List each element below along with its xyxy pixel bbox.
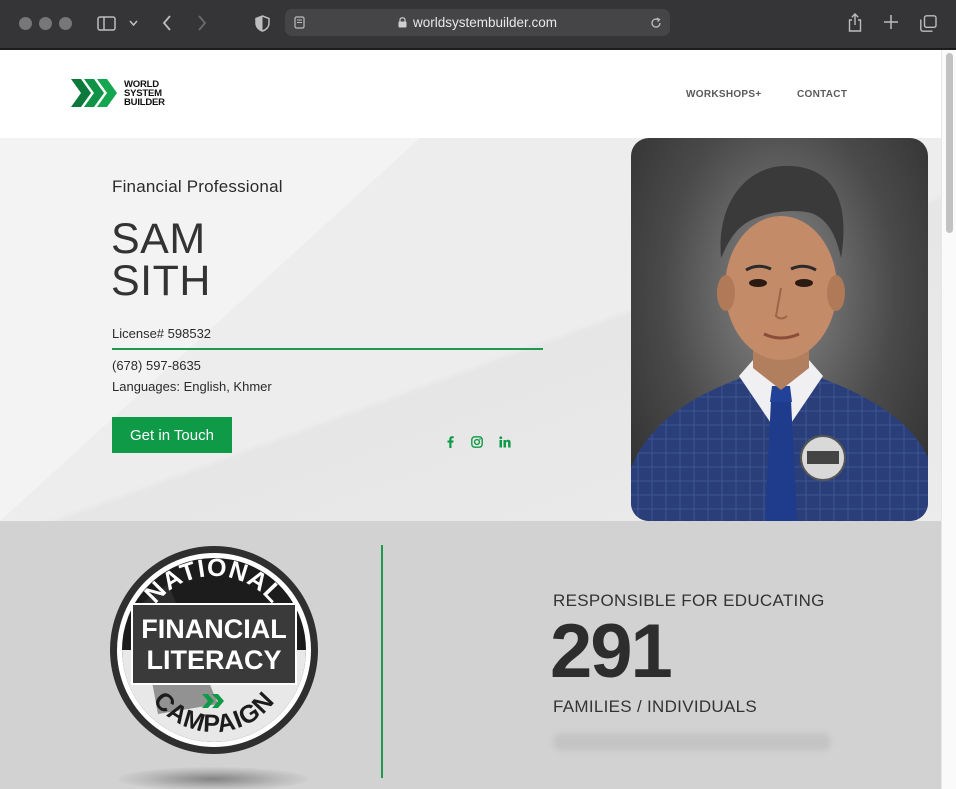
stat-blur-shadow — [553, 733, 831, 751]
logo-wordmark: WORLD SYSTEM BUILDER — [124, 79, 165, 108]
hero-last-name: SITH — [111, 257, 211, 305]
window-close-button[interactable] — [19, 17, 32, 30]
stat-top-label: RESPONSIBLE FOR EDUCATING — [553, 591, 825, 610]
share-icon[interactable] — [846, 11, 864, 33]
hero-name: SAM SITH — [111, 215, 211, 305]
phone-number: (678) 597-8635 — [112, 358, 201, 373]
license-number: License# 598532 — [112, 326, 212, 341]
window-minimize-button[interactable] — [39, 17, 52, 30]
hero-divider — [112, 348, 543, 350]
nav-workshops-link[interactable]: WORKSHOPS+ — [686, 89, 762, 100]
logo-chevrons-icon — [71, 79, 117, 107]
stat-bottom-label: FAMILIES / INDIVIDUALS — [553, 697, 758, 716]
url-text: worldsystembuilder.com — [412, 15, 558, 30]
privacy-shield-icon[interactable] — [253, 13, 271, 33]
browser-toolbar: worldsystembuilder.com — [0, 0, 956, 49]
page-viewport: WORLD SYSTEM BUILDER WORKSHOPS+ CONTACT … — [0, 50, 941, 789]
languages: Languages: English, Khmer — [112, 379, 272, 394]
hero-first-name: SAM — [111, 215, 206, 263]
forward-icon[interactable] — [194, 13, 210, 33]
get-in-touch-button[interactable]: Get in Touch — [112, 417, 232, 453]
address-bar[interactable]: worldsystembuilder.com — [285, 9, 670, 36]
lock-icon — [398, 17, 407, 28]
stat-count: 291 — [550, 609, 673, 694]
badge-literacy-text: LITERACY — [147, 645, 282, 675]
site-logo[interactable]: WORLD SYSTEM BUILDER — [71, 79, 165, 107]
site-header: WORLD SYSTEM BUILDER WORKSHOPS+ CONTACT — [0, 50, 941, 138]
back-icon[interactable] — [159, 13, 175, 33]
url-display[interactable]: worldsystembuilder.com — [285, 9, 670, 36]
nav-contact-link[interactable]: CONTACT — [797, 89, 847, 100]
profile-photo — [631, 138, 928, 521]
tab-overview-icon[interactable] — [918, 13, 938, 33]
instagram-icon[interactable] — [470, 435, 484, 449]
stats-divider — [381, 545, 383, 778]
hero-role: Financial Professional — [112, 177, 283, 196]
linkedin-icon[interactable] — [498, 435, 512, 449]
chevron-down-icon[interactable] — [127, 15, 139, 31]
scrollbar-thumb[interactable] — [946, 53, 953, 233]
badge-shadow — [118, 767, 308, 789]
badge-financial-text: FINANCIAL — [141, 614, 286, 644]
sidebar-toggle-icon[interactable] — [96, 14, 116, 32]
financial-literacy-badge: NATIONAL FINANCIAL LITERACY CAMPAIGN — [108, 544, 320, 756]
page-scrollbar[interactable] — [941, 50, 956, 789]
logo-line-3: BUILDER — [124, 96, 165, 108]
new-tab-icon[interactable] — [882, 13, 900, 31]
reload-icon[interactable] — [649, 15, 663, 30]
window-zoom-button[interactable] — [59, 17, 72, 30]
facebook-icon[interactable] — [443, 435, 457, 449]
